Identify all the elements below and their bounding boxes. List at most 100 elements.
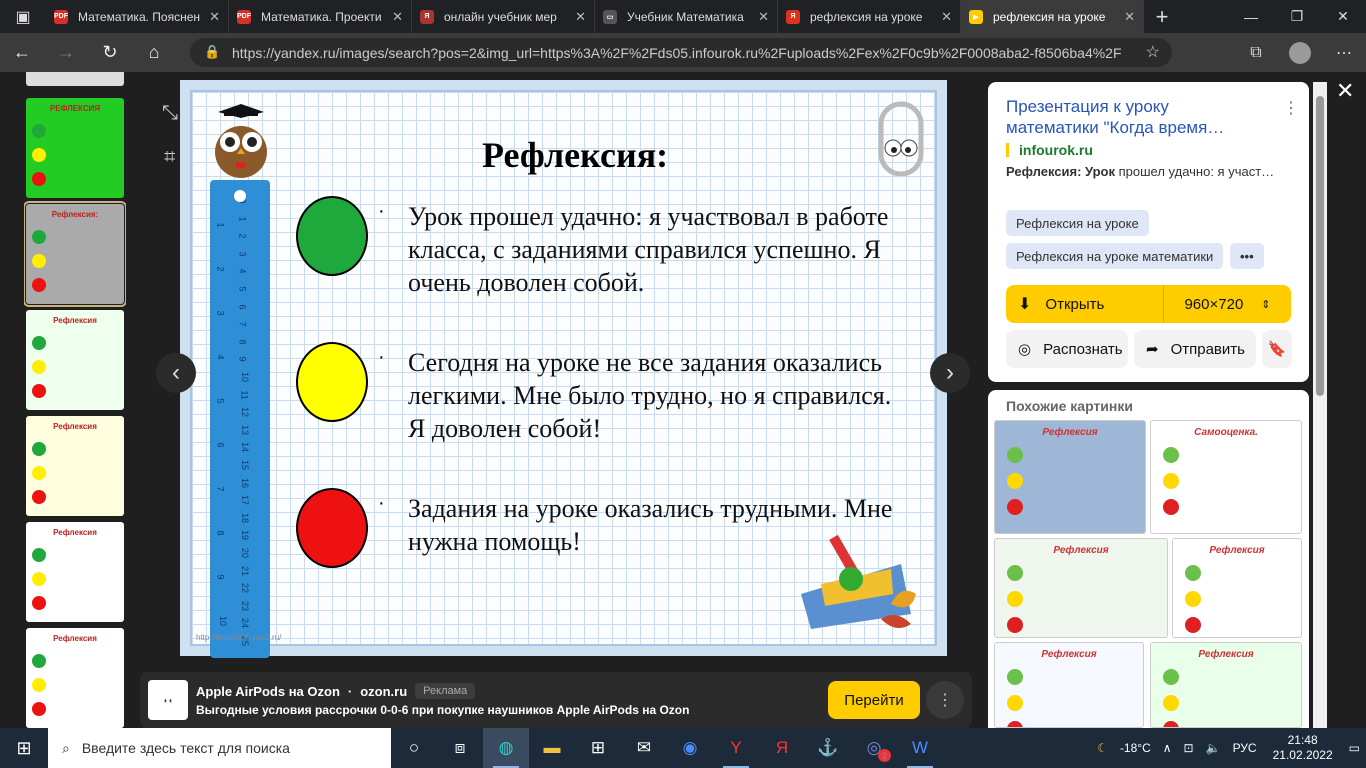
anchor-icon[interactable]: ⚓ [805, 728, 851, 768]
system-tray: ☾ -18°C ∧ ⊡ 🔈 РУС 21:48 21.02.2022 ▭ [1091, 728, 1366, 768]
cortana-icon[interactable]: ○ [391, 728, 437, 768]
yandex-icon[interactable]: Я [759, 728, 805, 768]
browser-tab[interactable]: PDF Математика. Проекти ✕ [229, 0, 412, 33]
windows-start-icon[interactable]: ⊞ [0, 728, 48, 768]
similar-heading: Похожие картинки [1006, 398, 1133, 414]
browser-tab[interactable]: ▭ Учебник Математика ✕ [595, 0, 778, 33]
prev-image-button[interactable]: ‹ [156, 353, 196, 393]
image-thumbnail[interactable]: Рефлексия [26, 416, 124, 516]
similar-image[interactable]: Рефлексия [994, 420, 1146, 534]
restore-icon[interactable]: ❐ [1274, 0, 1320, 33]
browser-tab[interactable]: Яонлайн учебник мер ✕ [412, 0, 595, 33]
browser-tab[interactable]: Ярефлексия на уроке ✕ [778, 0, 961, 33]
volume-icon[interactable]: 🔈 [1200, 741, 1227, 755]
minimize-icon[interactable]: — [1228, 0, 1274, 33]
thumbnail-dot [32, 490, 46, 504]
similar-dot [1163, 669, 1179, 685]
ruler-mark: 7 [237, 321, 248, 327]
close-tab-icon[interactable]: ✕ [1124, 9, 1135, 25]
similar-image[interactable]: Самооценка. [1150, 420, 1302, 534]
tab-actions-icon[interactable]: ▣ [0, 0, 46, 33]
close-tab-icon[interactable]: ✕ [575, 9, 586, 25]
tab-favicon-icon: Я [786, 9, 800, 24]
image-thumbnail[interactable]: Рефлексия [26, 522, 124, 622]
image-thumbnail[interactable]: Рефлексия [26, 310, 124, 410]
network-icon[interactable]: ⊡ [1178, 741, 1200, 755]
mail-icon[interactable]: ✉ [621, 728, 667, 768]
more-tags-button[interactable]: ••• [1230, 243, 1264, 269]
next-image-button[interactable]: › [930, 353, 970, 393]
taskbar-search[interactable]: ⌕ Введите здесь текст для поиска [48, 728, 391, 768]
back-icon[interactable]: ← [0, 33, 44, 72]
new-tab-button[interactable]: + [1144, 0, 1180, 33]
collections-icon[interactable]: ⧉ [1234, 33, 1278, 72]
ruler-mark: 22 [240, 583, 251, 594]
ad-banner[interactable]: ◗◖ Apple AirPods на Ozon · ozon.ru Рекла… [140, 672, 972, 728]
weather-icon[interactable]: ☾ [1091, 741, 1114, 755]
ad-go-button[interactable]: Перейти [828, 681, 920, 719]
menu-icon[interactable]: ⋯ [1322, 33, 1366, 72]
image-thumbnail[interactable] [26, 72, 124, 86]
zoom-icon[interactable]: ◉ [667, 728, 713, 768]
scrollbar-thumb[interactable] [1316, 96, 1324, 396]
lock-icon[interactable]: 🔒 [204, 44, 220, 60]
similar-dot [1007, 695, 1023, 711]
browser-tab[interactable]: ▶ рефлексия на уроке ✕ [961, 0, 1144, 33]
close-tab-icon[interactable]: ✕ [209, 9, 220, 25]
close-window-icon[interactable]: ✕ [1320, 0, 1366, 33]
similar-image[interactable]: Рефлексия [1172, 538, 1302, 638]
edge-icon[interactable]: ◍ [483, 728, 529, 768]
discord-icon[interactable]: ◎ 2 [851, 728, 897, 768]
image-thumbnail[interactable]: Рефлексия: [24, 201, 126, 307]
close-tab-icon[interactable]: ✕ [758, 9, 769, 25]
thumbnail-dot [32, 466, 46, 480]
airpods-logo: ◗◖ [148, 680, 188, 720]
favorite-icon[interactable]: ☆ [1146, 42, 1160, 62]
task-view-icon[interactable]: ⧈ [437, 728, 483, 768]
image-info-panel: Презентация к уроку математики "Когда вр… [988, 82, 1309, 382]
tag-chip[interactable]: Рефлексия на уроке математики [1006, 243, 1224, 269]
reflection-text: Урок прошел удачно: я участвовал в работ… [408, 202, 889, 297]
crop-icon[interactable]: ⌗ [164, 146, 175, 169]
profile-avatar[interactable] [1278, 33, 1322, 72]
close-viewer-icon[interactable]: ✕ [1336, 78, 1354, 104]
similar-image[interactable]: Рефлексия [1150, 642, 1302, 728]
store-icon[interactable]: ⊞ [575, 728, 621, 768]
yandex-browser-icon[interactable]: Y [713, 728, 759, 768]
close-tab-icon[interactable]: ✕ [941, 9, 952, 25]
notifications-icon[interactable]: ▭ [1343, 741, 1366, 755]
similar-dot [1007, 591, 1023, 607]
word-icon[interactable]: W [897, 728, 943, 768]
language-indicator[interactable]: РУС [1227, 741, 1263, 755]
size-select[interactable]: 960×720 ⇕ [1164, 296, 1291, 313]
ruler-mark: 21 [240, 565, 251, 576]
close-tab-icon[interactable]: ✕ [392, 9, 403, 25]
expand-icon[interactable]: ⤡ [162, 102, 178, 125]
bookmark-button[interactable]: 🔖 [1262, 330, 1292, 368]
share-arrow-icon: ➦ [1146, 341, 1159, 358]
file-explorer-icon[interactable]: ▬ [529, 728, 575, 768]
panel-scrollbar[interactable] [1313, 82, 1327, 728]
result-title[interactable]: Презентация к уроку математики "Когда вр… [1006, 96, 1266, 138]
image-thumbnail[interactable]: Рефлексия [26, 628, 124, 728]
refresh-icon[interactable]: ↻ [88, 33, 132, 72]
similar-image[interactable]: Рефлексия [994, 642, 1144, 728]
temperature[interactable]: -18°C [1114, 741, 1157, 755]
forward-icon[interactable]: → [44, 33, 88, 72]
ad-more-icon[interactable]: ⋮ [926, 681, 964, 719]
tag-chip[interactable]: Рефлексия на уроке [1006, 210, 1149, 236]
thumbnail-dot [32, 230, 46, 244]
recognize-button[interactable]: ◎ Распознать [1006, 330, 1128, 368]
open-button[interactable]: ⬇ Открыть 960×720 ⇕ [1006, 285, 1291, 323]
image-thumbnail[interactable]: РЕФЛЕКСИЯ [26, 98, 124, 198]
ruler-mark: 10 [240, 371, 251, 383]
browser-tab[interactable]: PDF Математика. Пояснен ✕ [46, 0, 229, 33]
home-icon[interactable]: ⌂ [132, 33, 176, 72]
similar-image[interactable]: Рефлексия [994, 538, 1168, 638]
source-link[interactable]: infourok.ru [1006, 142, 1093, 158]
share-button[interactable]: ➦ Отправить [1134, 330, 1256, 368]
clock[interactable]: 21:48 21.02.2022 [1263, 733, 1343, 763]
tray-chevron-icon[interactable]: ∧ [1157, 741, 1178, 755]
more-options-icon[interactable]: ⋮ [1283, 98, 1299, 118]
url-field[interactable]: 🔒 https://yandex.ru/images/search?pos=2&… [190, 38, 1172, 67]
